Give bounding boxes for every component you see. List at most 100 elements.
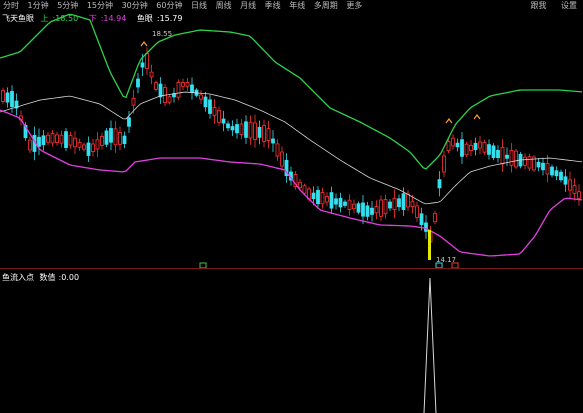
candle-body bbox=[230, 126, 235, 131]
candle-body bbox=[100, 136, 104, 146]
candle-body bbox=[1, 90, 5, 102]
candle-body bbox=[545, 163, 550, 175]
candle-body bbox=[203, 96, 208, 108]
candle-body bbox=[271, 138, 275, 144]
candle-body bbox=[109, 128, 113, 143]
candle-body bbox=[55, 134, 59, 143]
price-chart[interactable]: 18.55 14.17 bbox=[0, 0, 583, 268]
candle-body bbox=[514, 150, 518, 168]
candle-body bbox=[451, 137, 455, 147]
candle-body bbox=[235, 124, 239, 134]
candle-body bbox=[491, 145, 496, 158]
candle-body bbox=[383, 199, 388, 215]
candle-body bbox=[86, 142, 91, 156]
candle-body bbox=[442, 155, 446, 173]
candle-body bbox=[149, 71, 154, 78]
candle-body bbox=[419, 213, 424, 225]
candle-body bbox=[46, 134, 50, 143]
candle-body bbox=[469, 145, 473, 151]
candle-body bbox=[370, 207, 374, 215]
candle-body bbox=[239, 123, 244, 135]
candle-body bbox=[95, 139, 100, 150]
candle-body bbox=[64, 131, 68, 148]
highlight-bar bbox=[428, 230, 431, 260]
candle-body bbox=[221, 118, 226, 124]
up-arrow-icon bbox=[140, 41, 148, 47]
candle-body bbox=[140, 62, 145, 68]
candle-body bbox=[482, 141, 487, 153]
candle-body bbox=[410, 201, 415, 207]
candle-body bbox=[572, 185, 577, 194]
candle-body bbox=[145, 52, 149, 70]
candle-body bbox=[478, 141, 482, 149]
candle-body bbox=[118, 131, 122, 145]
candle-body bbox=[473, 142, 478, 151]
candle-body bbox=[325, 196, 329, 203]
candle-body bbox=[338, 197, 343, 208]
sub-value-label: 数值 bbox=[39, 273, 56, 282]
candle-body bbox=[257, 126, 262, 138]
candle-body bbox=[104, 130, 109, 145]
candle-body bbox=[505, 154, 509, 159]
high-price-label: 18.55 bbox=[152, 30, 172, 38]
candle-body bbox=[73, 137, 77, 148]
candle-body bbox=[347, 199, 352, 210]
candle-body bbox=[577, 191, 581, 199]
candle-body bbox=[68, 135, 73, 146]
candle-body bbox=[559, 171, 563, 181]
candle-body bbox=[208, 99, 212, 114]
candle-body bbox=[455, 142, 460, 148]
candlestick-series bbox=[1, 47, 581, 248]
candle-body bbox=[536, 161, 541, 168]
candle-body bbox=[365, 205, 370, 217]
candle-body bbox=[406, 193, 410, 208]
candle-body bbox=[302, 185, 307, 194]
candle-body bbox=[509, 150, 514, 166]
candle-body bbox=[77, 141, 82, 148]
candle-body bbox=[392, 197, 397, 210]
candle-body bbox=[199, 94, 203, 100]
candle-body bbox=[59, 134, 64, 144]
sub-value: 0.00 bbox=[61, 273, 80, 282]
candle-body bbox=[320, 192, 325, 205]
candle-body bbox=[253, 122, 257, 140]
low-price-label: 14.17 bbox=[436, 256, 456, 264]
candle-body bbox=[298, 181, 302, 189]
candle-body bbox=[541, 162, 545, 171]
candle-body bbox=[379, 199, 383, 217]
candle-body bbox=[127, 117, 131, 127]
candle-body bbox=[190, 84, 194, 93]
candle-body bbox=[523, 156, 527, 166]
candle-body bbox=[568, 179, 572, 191]
candle-body bbox=[433, 212, 437, 223]
candle-body bbox=[424, 222, 428, 232]
candle-body bbox=[496, 149, 500, 159]
up-arrow-icon bbox=[445, 118, 453, 124]
candle-body bbox=[185, 81, 190, 87]
candle-body bbox=[550, 166, 554, 176]
candle-body bbox=[167, 96, 172, 103]
sub-indicator-name[interactable]: 鱼流入点 bbox=[2, 273, 34, 282]
candle-body bbox=[460, 139, 464, 157]
candle-body bbox=[217, 109, 221, 123]
candle-body bbox=[226, 123, 230, 129]
candle-body bbox=[37, 136, 41, 147]
candle-body bbox=[113, 128, 118, 146]
sub-chart-legend: 鱼流入点 数值:0.00 bbox=[2, 273, 80, 282]
candle-body bbox=[181, 82, 185, 87]
candle-body bbox=[527, 156, 532, 169]
candle-body bbox=[158, 83, 163, 98]
signal-spike bbox=[423, 277, 437, 413]
candle-body bbox=[356, 203, 361, 213]
candle-body bbox=[50, 133, 55, 144]
candle-body bbox=[563, 176, 568, 185]
candle-body bbox=[374, 206, 379, 214]
candle-body bbox=[334, 198, 338, 205]
candle-body bbox=[28, 139, 32, 151]
candle-body bbox=[311, 192, 316, 200]
candle-body bbox=[437, 179, 442, 189]
candle-body bbox=[554, 170, 559, 177]
candle-body bbox=[316, 189, 320, 205]
candle-body bbox=[262, 125, 266, 142]
candle-body bbox=[397, 198, 401, 208]
